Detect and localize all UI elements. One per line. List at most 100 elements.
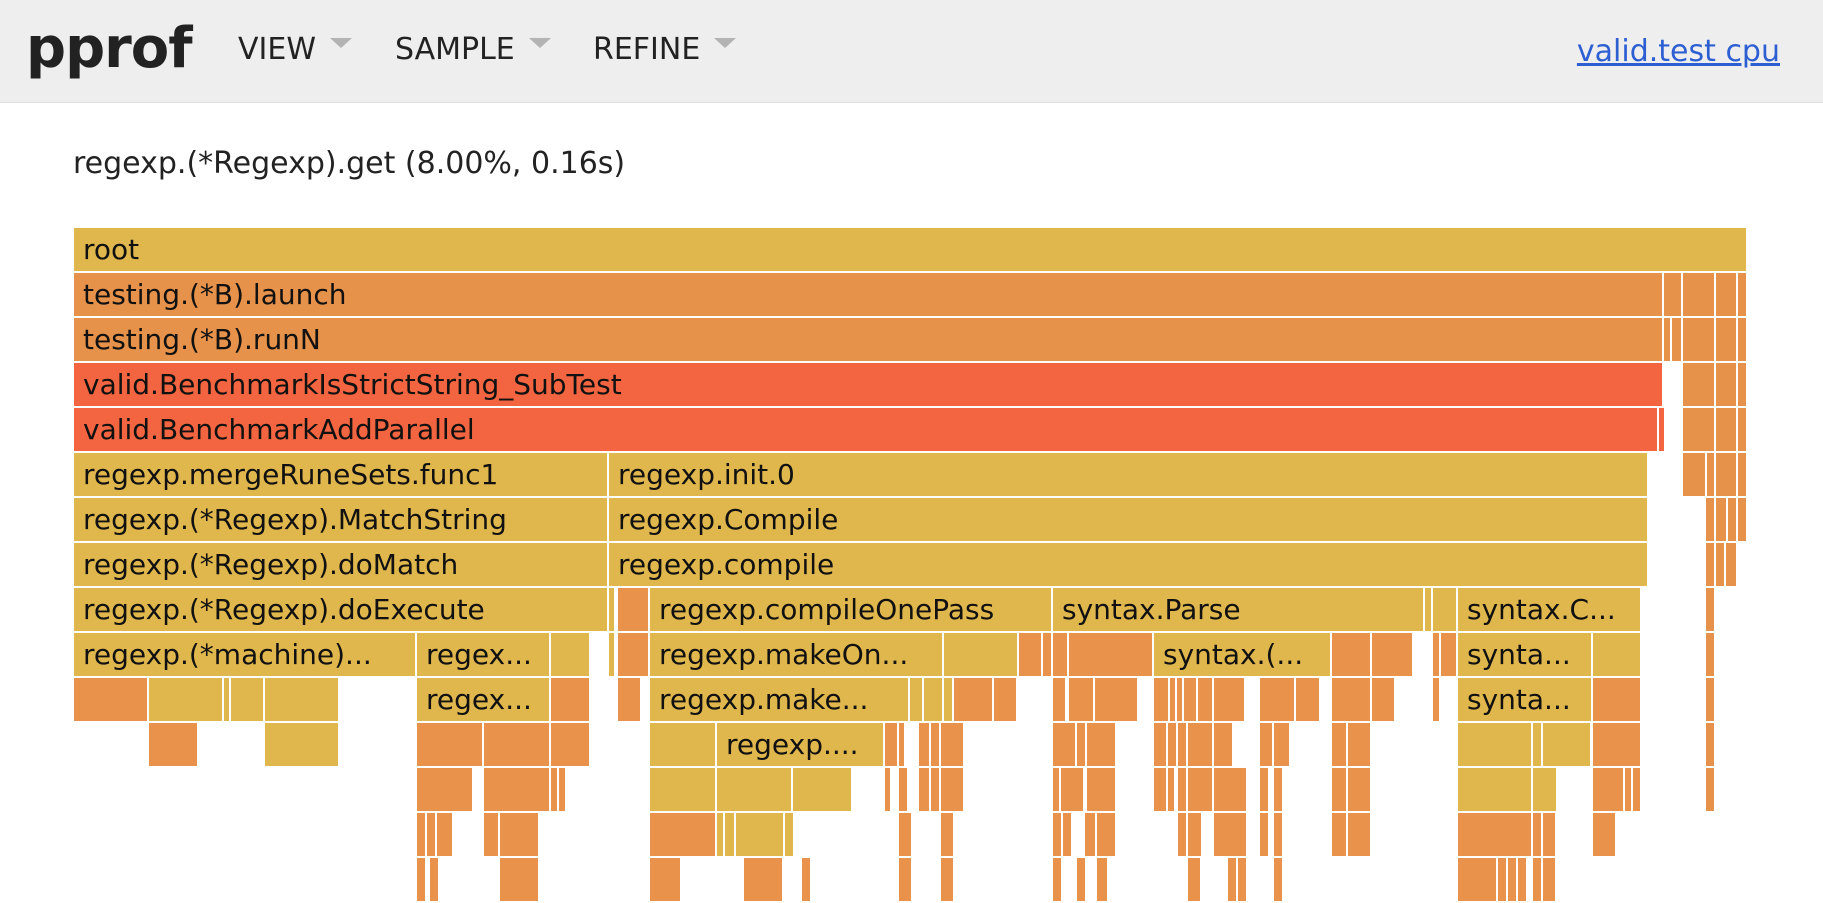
flame-frame[interactable] [1715, 272, 1737, 317]
flame-frame[interactable] [1187, 722, 1213, 767]
flame-frame[interactable] [416, 767, 473, 812]
flame-frame[interactable] [1424, 587, 1432, 632]
flame-frame[interactable] [1052, 812, 1062, 857]
flame-frame-synta[interactable]: synta... [1457, 632, 1592, 677]
flame-frame[interactable] [1705, 497, 1715, 542]
flame-frame[interactable] [993, 677, 1017, 722]
flame-frame[interactable] [1086, 722, 1116, 767]
flame-frame[interactable] [1153, 767, 1167, 812]
flame-frame[interactable] [1658, 407, 1665, 452]
flame-frame[interactable] [953, 677, 993, 722]
flame-frame[interactable] [1347, 722, 1371, 767]
flame-frame[interactable] [1705, 632, 1715, 677]
flame-frame[interactable] [426, 812, 436, 857]
flame-frame-regexp[interactable]: regexp.... [716, 722, 884, 767]
flame-graph[interactable]: root testing.(*B).launch testing.(*B).runN… [73, 227, 1747, 903]
flame-frame[interactable] [1705, 587, 1715, 632]
flame-frame[interactable] [148, 677, 223, 722]
flame-frame[interactable] [1062, 812, 1072, 857]
flame-frame-testing-b-runn[interactable]: testing.(*B).runN [73, 317, 1663, 362]
flame-frame[interactable] [1018, 632, 1042, 677]
flame-frame[interactable] [1187, 857, 1201, 902]
sample-menu[interactable]: SAMPLE [395, 30, 551, 70]
flame-frame[interactable] [1737, 362, 1747, 407]
flame-frame[interactable] [1052, 767, 1060, 812]
flame-frame[interactable] [649, 722, 716, 767]
flame-frame[interactable] [1457, 812, 1532, 857]
flame-frame[interactable] [483, 812, 499, 857]
flame-frame[interactable] [550, 677, 590, 722]
flame-frame[interactable] [1176, 677, 1183, 722]
flame-frame[interactable] [1068, 677, 1094, 722]
flame-frame[interactable] [1259, 677, 1295, 722]
flame-frame[interactable] [1273, 857, 1283, 902]
view-menu[interactable]: VIEW [238, 30, 352, 70]
flame-frame[interactable] [940, 812, 954, 857]
flame-frame[interactable] [1094, 677, 1138, 722]
flame-frame[interactable] [617, 587, 649, 632]
flame-frame[interactable] [1331, 812, 1347, 857]
flame-frame[interactable] [1715, 497, 1727, 542]
flame-frame-syntax[interactable]: syntax.(... [1153, 632, 1331, 677]
flame-frame[interactable] [1096, 857, 1108, 902]
flame-frame[interactable] [918, 767, 930, 812]
flame-frame[interactable] [264, 677, 339, 722]
flame-frame[interactable] [1715, 452, 1737, 497]
flame-frame[interactable] [1632, 767, 1641, 812]
flame-frame[interactable] [1167, 722, 1177, 767]
flame-frame-synta[interactable]: synta... [1457, 677, 1592, 722]
flame-frame[interactable] [716, 812, 724, 857]
flame-frame[interactable] [264, 722, 339, 767]
flame-frame-regexp-regexp-matchstring[interactable]: regexp.(*Regexp).MatchString [73, 497, 608, 542]
flame-frame[interactable] [1213, 722, 1233, 767]
flame-frame[interactable] [223, 677, 230, 722]
flame-frame-regexp-compile[interactable]: regexp.compile [608, 542, 1648, 587]
flame-frame[interactable] [1068, 632, 1153, 677]
flame-frame[interactable] [884, 767, 891, 812]
flame-frame[interactable] [1295, 677, 1320, 722]
flame-frame[interactable] [1331, 767, 1347, 812]
flame-frame[interactable] [617, 632, 649, 677]
flame-frame[interactable] [1259, 767, 1269, 812]
flame-frame[interactable] [1663, 317, 1671, 362]
flame-frame[interactable] [1187, 767, 1213, 812]
flame-frame[interactable] [1086, 767, 1116, 812]
flame-frame-regexp-mergerunesets-func1[interactable]: regexp.mergeRuneSets.func1 [73, 452, 608, 497]
flame-frame-regexp-makeon[interactable]: regexp.makeOn... [649, 632, 943, 677]
flame-frame[interactable] [1052, 632, 1068, 677]
flame-frame[interactable] [1457, 857, 1497, 902]
flame-frame[interactable] [792, 767, 852, 812]
flame-frame[interactable] [930, 722, 940, 767]
flame-frame[interactable] [1076, 722, 1086, 767]
flame-frame[interactable] [1187, 812, 1202, 857]
flame-frame[interactable] [1507, 857, 1517, 902]
flame-frame[interactable] [73, 677, 148, 722]
flame-frame[interactable] [940, 722, 964, 767]
flame-frame[interactable] [1682, 362, 1715, 407]
flame-frame[interactable] [1096, 812, 1116, 857]
flame-frame[interactable] [1682, 407, 1715, 452]
flame-frame[interactable] [1273, 767, 1283, 812]
flame-frame[interactable] [1592, 812, 1616, 857]
flame-frame[interactable] [1371, 632, 1413, 677]
flame-frame[interactable] [1542, 857, 1556, 902]
flame-frame[interactable] [1517, 857, 1527, 902]
flame-frame[interactable] [1682, 272, 1715, 317]
flame-frame[interactable] [1183, 677, 1197, 722]
flame-frame-syntax-parse[interactable]: syntax.Parse [1052, 587, 1424, 632]
flame-frame[interactable] [608, 587, 615, 632]
flame-frame[interactable] [884, 722, 898, 767]
flame-frame[interactable] [1715, 317, 1737, 362]
flame-frame[interactable] [1706, 452, 1715, 497]
flame-frame[interactable] [1347, 812, 1371, 857]
flame-frame[interactable] [1432, 632, 1440, 677]
flame-frame[interactable] [898, 767, 908, 812]
flame-frame[interactable] [943, 677, 953, 722]
flame-frame[interactable] [617, 677, 641, 722]
flame-frame[interactable] [1347, 767, 1371, 812]
flame-frame[interactable] [1213, 767, 1247, 812]
flame-frame[interactable] [1213, 812, 1247, 857]
flame-frame[interactable] [1227, 857, 1237, 902]
flame-frame-syntax-c[interactable]: syntax.C... [1457, 587, 1641, 632]
flame-frame[interactable] [1273, 812, 1283, 857]
